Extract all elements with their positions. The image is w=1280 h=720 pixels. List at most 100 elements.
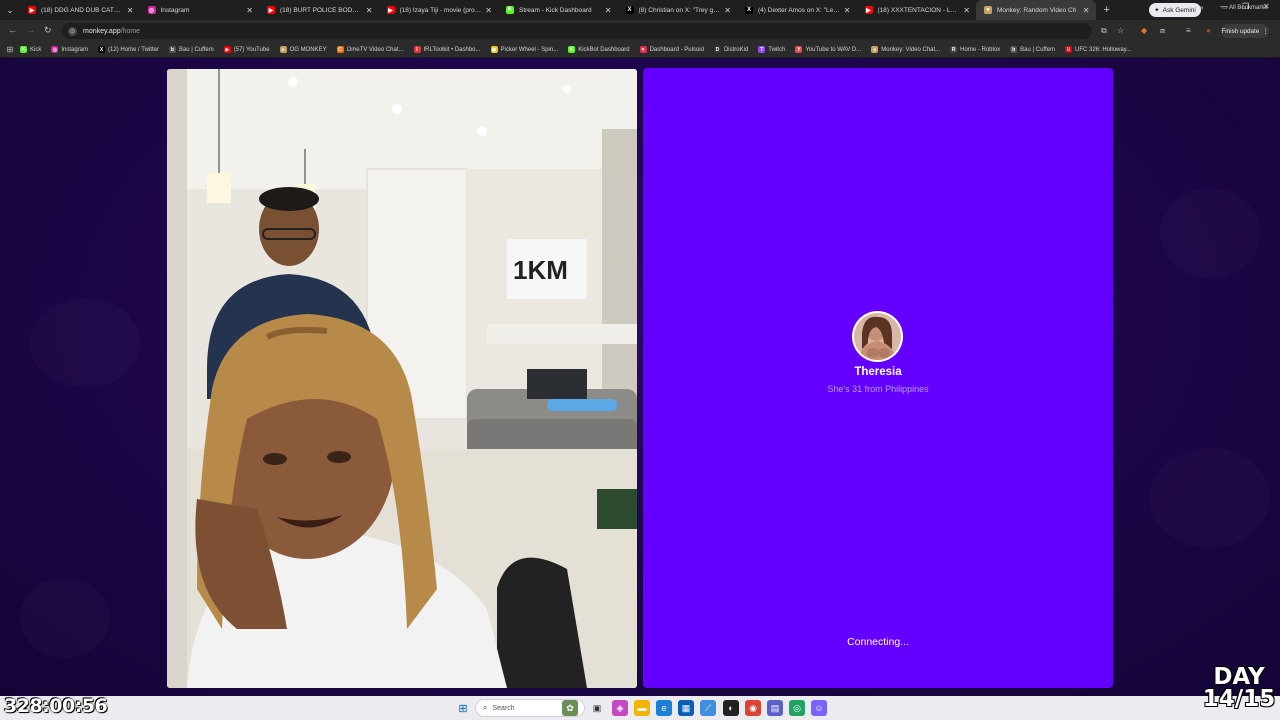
day-count: 14/15 xyxy=(1202,686,1276,712)
tab-search-icon[interactable]: ⌄ xyxy=(0,0,20,20)
site-info-icon[interactable]: ⊙ xyxy=(68,26,77,36)
bookmark-label: Bau | Cuffem xyxy=(1020,46,1055,53)
teams-icon[interactable]: ▤ xyxy=(767,700,783,716)
app-icon[interactable]: ◐ xyxy=(723,700,739,716)
address-bar[interactable]: ⊙ monkey.app /home xyxy=(62,23,1092,39)
app-icon-2[interactable]: ◎ xyxy=(789,700,805,716)
bookmark-label: Picker Wheel - Spin... xyxy=(500,46,559,53)
browser-tab[interactable]: ▶ (18) BURT POLICE BODYCAM ✕ xyxy=(259,0,379,20)
finish-update-button[interactable]: Finish update ⋮ xyxy=(1221,24,1269,38)
bookmark-favicon-icon: T xyxy=(758,46,766,53)
tab-favicon-icon: ▶ xyxy=(28,6,36,14)
bookmark-label: Home - Roblox xyxy=(960,46,1001,53)
back-icon[interactable]: ← xyxy=(8,25,17,35)
tab-close-icon[interactable]: ✕ xyxy=(724,6,731,15)
taskbar-search-label: Search xyxy=(492,704,515,712)
bookmark-item[interactable]: R Home - Roblox xyxy=(950,46,1000,53)
browser-tab[interactable]: X (8) Christian on X: "Trey gets di ✕ xyxy=(618,0,738,20)
bookmark-label: Dashboard - Pulsoid xyxy=(649,46,704,53)
bookmark-label: DistroKid xyxy=(723,46,749,53)
bookmark-item[interactable]: ● OG MONKEY xyxy=(279,46,327,53)
bookmark-item[interactable]: ◉ Picker Wheel - Spin... xyxy=(490,46,559,53)
browser-tab[interactable]: ● Monkey: Random Video Ch ✕ xyxy=(976,0,1096,20)
self-camera-feed: 1KM xyxy=(167,69,637,688)
match-avatar-image xyxy=(854,313,901,360)
tab-close-icon[interactable]: ✕ xyxy=(1083,6,1090,15)
bookmark-item[interactable]: X (12) Home / Twitter xyxy=(98,46,159,53)
reload-icon[interactable]: ↻ xyxy=(44,25,52,36)
task-view-icon[interactable]: ▣ xyxy=(589,700,605,716)
browser-tab[interactable]: ▶ (18) XXXTENTACION - LOOK AT✕ xyxy=(857,0,977,20)
connection-status: Connecting... xyxy=(847,636,909,648)
bookmark-item[interactable]: K Kick xyxy=(20,46,41,53)
bookmark-item[interactable]: I IRLToolkit • Dashbo... xyxy=(413,46,481,53)
bookmarks-overflow-icon[interactable]: » xyxy=(1199,3,1203,12)
tab-list: ▶(18) DDG AND DUB CATCH BIG✕◎Instagram✕▶… xyxy=(20,0,1096,20)
tab-close-icon[interactable]: ✕ xyxy=(246,6,253,15)
tab-title: (18) DDG AND DUB CATCH BIG xyxy=(41,6,123,14)
avatar-photo xyxy=(854,313,901,360)
bookmark-item[interactable]: Y YouTube to WAV D... xyxy=(795,46,861,53)
browser-tab[interactable]: X (4) Dexter Amos on X: "Leave t ✕ xyxy=(737,0,857,20)
copilot-icon[interactable]: ◈ xyxy=(612,700,628,716)
chrome-active-icon[interactable]: ⟋ xyxy=(700,700,716,716)
edge-icon[interactable]: e xyxy=(656,700,672,716)
file-explorer-icon[interactable]: ▬ xyxy=(634,700,650,716)
profile-avatar-icon[interactable]: ● xyxy=(1206,26,1211,35)
install-app-icon[interactable]: ⧉ xyxy=(1101,26,1107,36)
widgets-icon[interactable]: ✿ xyxy=(562,700,578,716)
tab-close-icon[interactable]: ✕ xyxy=(127,6,134,15)
bookmark-item[interactable]: ● Monkey: Video Chat... xyxy=(871,46,940,53)
extensions-puzzle-icon[interactable]: ⧈ xyxy=(1160,26,1165,36)
bookmark-label: UFC 326: Holloway... xyxy=(1074,46,1132,53)
more-menu-icon[interactable]: ⋮ xyxy=(1262,28,1268,35)
tab-favicon-icon: ▶ xyxy=(267,6,275,14)
tab-close-icon[interactable]: ✕ xyxy=(366,6,373,15)
tab-groups-icon[interactable]: ≡ xyxy=(1186,26,1191,35)
bookmark-favicon-icon: R xyxy=(950,46,958,53)
tab-close-icon[interactable]: ✕ xyxy=(485,6,492,15)
tab-close-icon[interactable]: ✕ xyxy=(963,6,970,15)
tab-title: (18) Izaya Tiji - movie (prod sc xyxy=(399,6,482,14)
browser-tab[interactable]: ▶ (18) Izaya Tiji - movie (prod sc ✕ xyxy=(379,0,499,20)
tab-favicon-icon: ▶ xyxy=(386,6,395,14)
url-path: /home xyxy=(120,27,141,35)
extension-icon[interactable]: ◆ xyxy=(1141,26,1147,35)
store-icon[interactable]: ▦ xyxy=(678,700,694,716)
tab-close-icon[interactable]: ✕ xyxy=(605,6,612,15)
day-counter: DAY 14/15 xyxy=(1200,666,1278,712)
bookmark-item[interactable]: D DistroKid xyxy=(713,46,749,53)
tab-close-icon[interactable]: ✕ xyxy=(844,6,851,15)
bookmark-item[interactable]: b Bau | Cuffem xyxy=(1010,46,1055,53)
bookmark-item[interactable]: U UFC 326: Holloway... xyxy=(1064,46,1132,53)
discord-icon[interactable]: ☺ xyxy=(811,700,827,716)
bookmark-item[interactable]: O OmeTV Video Chat... xyxy=(336,46,404,53)
bookmark-favicon-icon: ◉ xyxy=(490,46,498,53)
ask-gemini-button[interactable]: ✦ Ask Gemini xyxy=(1149,3,1201,17)
bookmark-item[interactable]: b Bau | Cuffem xyxy=(168,46,214,53)
bookmark-item[interactable]: ◎ Instagram xyxy=(51,46,88,53)
bg-blob xyxy=(30,298,140,388)
tab-favicon-icon: ◎ xyxy=(147,6,156,14)
bookmark-item[interactable]: K KickBot Dashboard xyxy=(568,46,630,53)
bookmark-item[interactable]: ♥ Dashboard - Pulsoid xyxy=(639,46,704,53)
match-avatar[interactable] xyxy=(852,311,903,362)
tab-title: Monkey: Random Video Ch xyxy=(997,6,1077,14)
forward-icon[interactable]: → xyxy=(26,25,35,35)
windows-start-icon[interactable]: ⊞ xyxy=(455,700,471,716)
browser-tab[interactable]: ▶ (18) DDG AND DUB CATCH BIG ✕ xyxy=(20,0,140,20)
bookmark-favicon-icon: ◎ xyxy=(51,46,59,53)
apps-grid-icon[interactable]: ⊞ xyxy=(0,45,20,54)
bookmark-favicon-icon: K xyxy=(20,46,27,53)
browser-tab[interactable]: K Stream - Kick Dashboard ✕ xyxy=(498,0,618,20)
bg-blob xyxy=(1160,188,1260,278)
browser-tab[interactable]: ◎ Instagram ✕ xyxy=(140,0,260,20)
url-host: monkey.app xyxy=(83,27,121,35)
all-bookmarks-button[interactable]: ▭ All Bookmarks xyxy=(1222,4,1267,11)
bookmark-item[interactable]: T Twitch xyxy=(758,46,785,53)
chrome-icon[interactable]: ◉ xyxy=(745,700,761,716)
bookmark-star-icon[interactable]: ☆ xyxy=(1117,26,1124,35)
bookmark-item[interactable]: ▶ (57) YouTube xyxy=(223,46,270,53)
ask-gemini-label: Ask Gemini xyxy=(1162,6,1196,14)
new-tab-icon[interactable]: + xyxy=(1104,4,1110,16)
